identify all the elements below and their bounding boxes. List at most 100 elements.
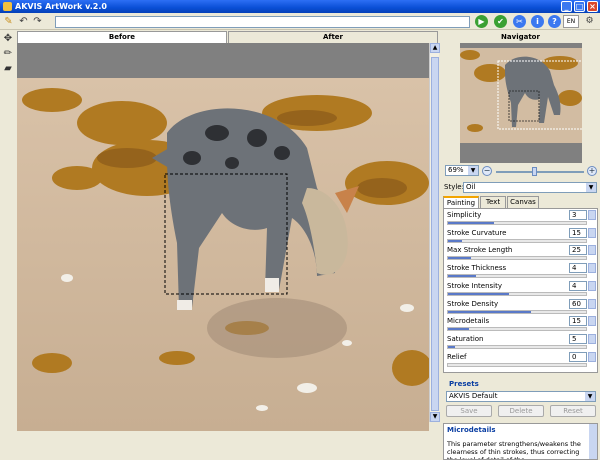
zoom-slider-thumb[interactable] [532,167,537,176]
preset-value: AKVIS Default [449,392,498,400]
help-title: Microdetails [447,426,496,434]
title-bar: AKVIS ArtWork v.2.0 _ □ × [0,0,600,13]
param-label: Saturation [447,334,484,343]
help-box: Microdetails This parameter strengthens/… [443,423,598,460]
param-spinner[interactable] [588,351,596,362]
canvas-scrollbar[interactable]: ▲ ▼ [429,43,440,422]
presets-title: Presets [449,380,479,388]
zoom-slider-track[interactable] [496,171,584,173]
param-row: Relief 0 [444,351,599,369]
close-button[interactable]: × [587,1,598,12]
pencil-icon[interactable]: ✏ [2,48,14,60]
param-slider[interactable] [447,309,587,314]
param-row: Microdetails 15 [444,315,599,333]
param-slider[interactable] [447,238,587,243]
param-value-field[interactable]: 0 [569,351,587,362]
param-label: Stroke Curvature [447,228,507,237]
param-slider[interactable] [447,327,587,332]
param-spinner[interactable] [588,280,596,291]
app-icon [3,2,12,11]
param-value-field[interactable]: 3 [569,210,587,220]
param-value-field[interactable]: 15 [569,316,587,327]
move-icon[interactable]: ✥ [2,33,14,45]
zoom-select[interactable]: 69% ▼ [445,165,479,176]
scroll-down-button[interactable]: ▼ [430,412,440,422]
param-spinner[interactable] [588,245,596,256]
eraser-icon[interactable]: ▰ [2,63,14,75]
minimize-button[interactable]: _ [561,1,572,12]
parameter-list: Simplicity 3 Stroke Curvature 15 Max Stroke … [443,208,598,373]
help-scrollbar[interactable] [589,424,597,459]
path-field[interactable] [55,16,470,28]
image-canvas[interactable] [17,43,429,431]
chevron-down-icon: ▼ [585,392,595,401]
tab-painting[interactable]: Painting [443,196,479,208]
param-row: Simplicity 3 [444,209,599,227]
param-slider-fill [448,275,476,278]
param-slider-fill [448,328,469,331]
param-slider-fill [448,310,531,313]
param-slider[interactable] [447,221,587,225]
preset-select[interactable]: AKVIS Default ▼ [446,391,596,402]
apply-button[interactable]: ✔ [494,15,507,28]
style-select[interactable]: Oil ▼ [463,182,597,193]
help-text: This parameter strengthens/weakens the c… [447,440,581,460]
tab-before[interactable]: Before [17,31,227,43]
undo-icon[interactable]: ↶ [17,15,30,28]
param-row: Max Stroke Length 25 [444,244,599,262]
param-slider-fill [448,239,462,242]
chevron-down-icon: ▼ [468,166,478,175]
maximize-button[interactable]: □ [574,1,585,12]
scroll-thumb[interactable] [431,57,439,411]
param-spinner[interactable] [588,316,596,327]
left-toolbar: ✥ ✏ ▰ [0,30,16,430]
photo-dog-on-beach [17,78,429,431]
param-slider[interactable] [447,362,587,367]
tab-after[interactable]: After [228,31,438,43]
zoom-in-button[interactable]: + [587,166,597,176]
param-label: Microdetails [447,317,490,326]
param-label: Stroke Thickness [447,264,507,273]
save-preset-button[interactable]: Save [446,405,492,417]
delete-preset-button[interactable]: Delete [498,405,544,417]
language-button[interactable]: EN [563,15,579,28]
tab-canvas[interactable]: Canvas [507,196,539,208]
scroll-up-button[interactable]: ▲ [430,43,440,53]
param-value-field[interactable]: 60 [569,298,587,309]
settings-button[interactable]: ✂ [513,15,526,28]
tab-text[interactable]: Text [480,196,506,208]
navigator-thumbnail [460,48,582,143]
view-tabs: Before After [17,31,438,43]
param-slider[interactable] [447,344,587,349]
info-button[interactable]: i [531,15,544,28]
param-value-field[interactable]: 5 [569,333,587,344]
param-value-field[interactable]: 15 [569,227,587,238]
param-slider-fill [448,292,509,295]
redo-icon[interactable]: ↷ [31,15,44,28]
run-button[interactable]: ▶ [475,15,488,28]
param-label: Simplicity [447,211,482,219]
param-value-field[interactable]: 25 [569,245,587,256]
param-value-field[interactable]: 4 [569,263,587,274]
presets-section: Presets AKVIS Default ▼ Save Delete Rese… [443,380,598,420]
param-row: Stroke Thickness 4 [444,262,599,280]
navigator-title: Navigator [501,33,540,41]
param-slider[interactable] [447,291,587,296]
param-value-field[interactable]: 4 [569,280,587,291]
zoom-value: 69% [448,166,464,174]
reset-preset-button[interactable]: Reset [550,405,596,417]
param-slider[interactable] [447,256,587,261]
param-spinner[interactable] [588,263,596,274]
settings-panel: Navigator 69% ▼ − + Style: Oil ▼ Paintin… [441,30,600,460]
brush-icon[interactable]: ✎ [2,15,15,28]
param-spinner[interactable] [588,227,596,238]
zoom-out-button[interactable]: − [482,166,492,176]
param-spinner[interactable] [588,333,596,344]
style-row: Style: Oil ▼ [441,180,600,194]
param-slider[interactable] [447,274,587,279]
navigator-preview[interactable] [460,43,582,163]
preferences-icon[interactable]: ⚙ [583,15,596,28]
param-spinner[interactable] [588,298,596,309]
help-button[interactable]: ? [548,15,561,28]
param-spinner[interactable] [588,210,596,220]
